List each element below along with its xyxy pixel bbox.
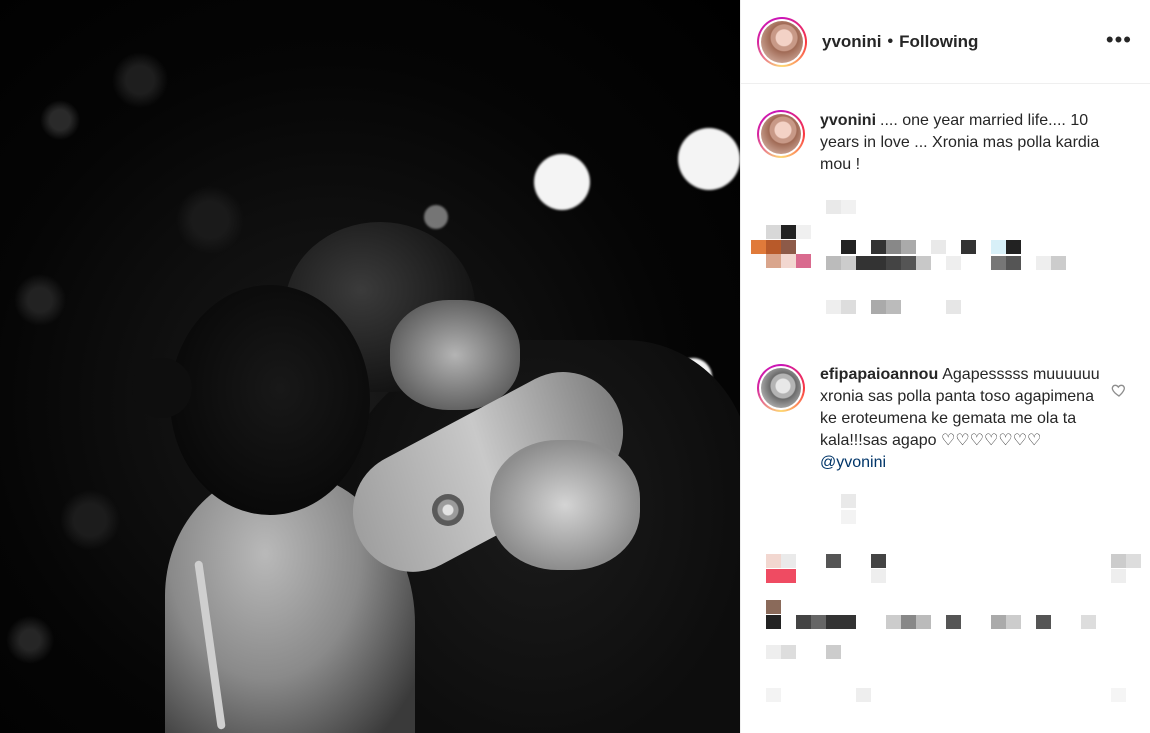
joined-hands (490, 440, 640, 570)
bokeh-light (424, 205, 448, 229)
caption: yvonini.... one year married life.... 10… (757, 110, 1130, 176)
comment-item: efipapaioannou Agapesssss muuuuuu xronia … (757, 364, 1130, 474)
commenter-avatar-image (761, 368, 801, 408)
caption-avatar-image (761, 114, 801, 154)
comment-mention-link[interactable]: @yvonini (820, 454, 886, 471)
author-avatar-image (761, 20, 803, 63)
boutonniere (432, 494, 464, 526)
redacted-content (741, 190, 1150, 350)
bride-hand (390, 300, 520, 410)
follow-status-button[interactable]: Following (899, 32, 978, 52)
author-username[interactable]: yvonini (822, 32, 882, 52)
caption-username[interactable]: yvonini (820, 112, 876, 129)
commenter-avatar[interactable] (757, 364, 805, 412)
bokeh-light (534, 154, 590, 210)
post-header: yvonini • Following ••• (741, 0, 1150, 84)
bride-hair-bun (132, 358, 192, 418)
post-photo[interactable] (0, 0, 740, 733)
comment-text-block: efipapaioannou Agapesssss muuuuuu xronia … (820, 364, 1105, 474)
author-avatar[interactable] (757, 16, 807, 67)
redacted-content (741, 490, 1150, 733)
more-options-icon[interactable]: ••• (1106, 29, 1132, 51)
caption-text-block: yvonini.... one year married life.... 10… (820, 110, 1105, 176)
heart-icon[interactable] (1110, 382, 1128, 400)
caption-avatar[interactable] (757, 110, 805, 158)
commenter-username[interactable]: efipapaioannou (820, 366, 938, 383)
bokeh-light (678, 128, 740, 190)
post-side-panel: yvonini • Following ••• yvonini.... one … (740, 0, 1150, 733)
bride-head (170, 285, 370, 515)
separator-dot: • (887, 32, 894, 50)
